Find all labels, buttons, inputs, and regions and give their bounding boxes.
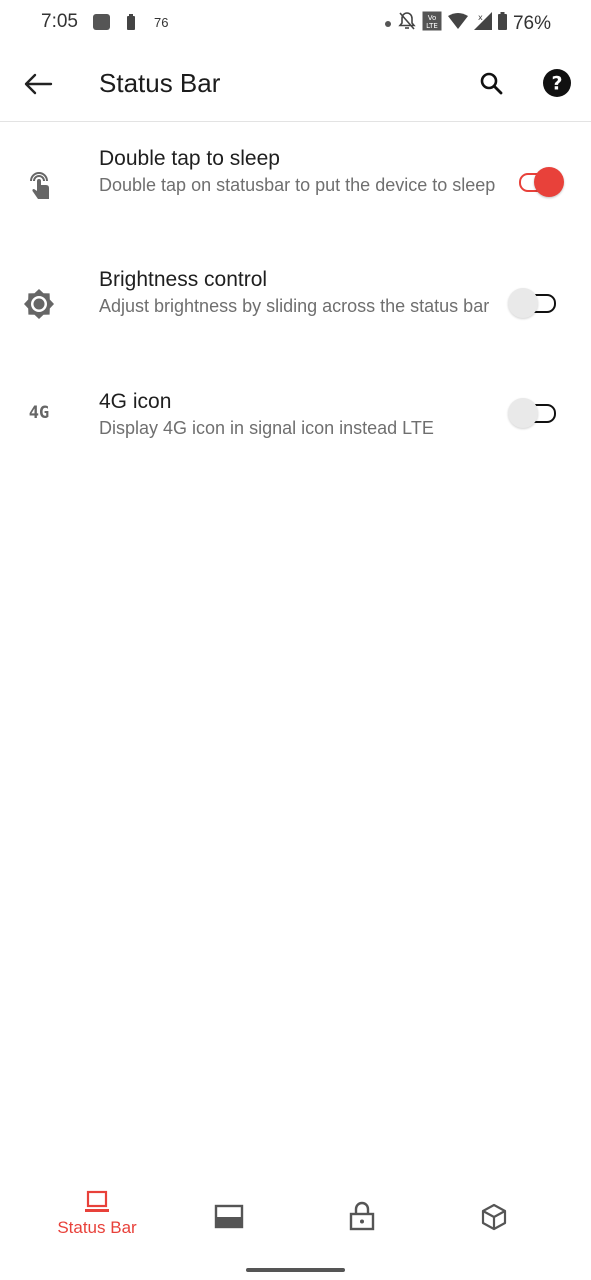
image-icon [93,14,110,35]
toggle-thumb [534,167,564,197]
status-icons: Vo LTE x 76% [384,11,551,36]
clock: 7:05 [41,11,78,32]
setting-subtitle: Double tap on statusbar to put the devic… [99,175,496,195]
wifi-icon [447,13,468,34]
system-status-bar: 7:05 76 Vo LTE x 76% [0,0,591,46]
statusbar-nav-icon [85,1190,109,1212]
nav-status-bar[interactable]: Status Bar [37,1190,157,1250]
bell-off-icon [398,11,416,36]
setting-title: Double tap to sleep [99,147,280,170]
setting-title: Brightness control [99,268,268,291]
setting-brightness-control[interactable]: Brightness control Adjust brightness by … [0,250,591,362]
brightness-icon [20,285,58,323]
nav-label-status-bar: Status Bar [57,1218,137,1237]
4g-icon: 4G [28,403,50,423]
lockscreen-nav-icon [349,1201,375,1231]
setting-double-tap-to-sleep[interactable]: Double tap to sleep Double tap on status… [0,128,591,240]
help-button[interactable]: ? [540,66,574,100]
toggle-thumb [508,288,538,318]
search-button[interactable] [474,66,508,100]
setting-4g-icon[interactable]: 4G 4G icon Display 4G icon in signal ico… [0,372,591,462]
nav-lockscreen[interactable] [302,1190,422,1250]
nav-misc[interactable] [434,1190,554,1250]
notification-count: 76 [154,15,169,30]
app-bar: Status Bar ? [0,46,591,122]
svg-text:LTE: LTE [426,22,438,30]
navbar-nav-icon [214,1204,244,1229]
svg-text:Vo: Vo [428,14,437,22]
toggle-thumb [508,398,538,428]
search-icon [480,72,503,95]
battery-percent: 76% [512,12,551,34]
double-tap-toggle[interactable] [508,165,568,199]
battery-icon [497,12,507,35]
brightness-toggle[interactable] [508,286,568,320]
signal-icon: x [473,12,492,35]
battery-small-icon [127,14,135,35]
page-title: Status Bar [99,68,221,98]
bottom-navigation: Status Bar [0,1180,591,1260]
volte-icon: Vo LTE [422,11,442,36]
svg-text:x: x [478,13,483,22]
dot-icon [384,15,392,33]
home-indicator[interactable] [246,1268,345,1272]
nav-navigation-bar[interactable] [169,1190,289,1250]
help-icon: ? [543,69,571,97]
4g-icon-toggle[interactable] [508,396,568,430]
svg-text:?: ? [551,73,562,95]
back-button[interactable] [18,66,58,102]
touch-icon [20,166,58,204]
setting-title: 4G icon [99,390,172,413]
setting-subtitle: Display 4G icon in signal icon instead L… [99,418,434,438]
setting-subtitle: Adjust brightness by sliding across the … [99,296,490,316]
back-arrow-icon [24,73,53,95]
misc-nav-icon [481,1203,507,1231]
